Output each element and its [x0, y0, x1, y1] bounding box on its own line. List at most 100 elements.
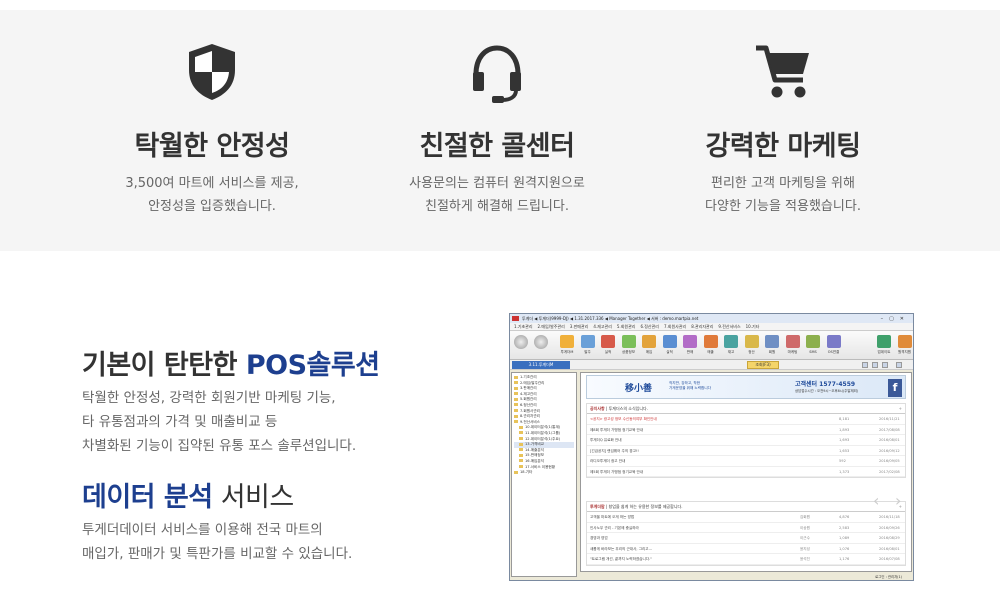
row-cell: 2016/07/08 — [879, 557, 900, 561]
menu-item[interactable]: 10.기타 — [746, 324, 760, 329]
chevron-right-icon: › — [895, 491, 902, 510]
brand-logo: 移小善 — [625, 384, 653, 394]
headset-icon — [457, 42, 537, 112]
slogan-line: 작지만, 강하고, 착한 — [669, 381, 701, 385]
menu-item[interactable]: 7.회원사관리 — [664, 324, 686, 329]
feature-desc-line: 편리한 고객 마케팅을 위해 — [711, 176, 855, 191]
toolbar-icon[interactable] — [580, 335, 595, 348]
search-button: 조회(F3) — [747, 361, 779, 369]
app-title: 투게더 ◀ 투게더(9999-DJ) ◀ 1.31.2017.336 ◀ Man… — [522, 316, 699, 321]
row-cell: 2016/08/01 — [879, 438, 900, 442]
row-title: <공지> 광고성 정보 수신동의여부 확인안내 — [590, 417, 657, 421]
feature-desc-line: 안정성을 입증했습니다. — [148, 199, 276, 214]
table-row[interactable]: 투게더Q 유료화 안내 1,693 2016/08/01 — [587, 435, 905, 446]
toolbar-icon[interactable] — [683, 335, 697, 348]
toolbar-icon[interactable] — [662, 335, 677, 348]
feature-desc: 3,500여 마트에 서비스를 제공, 안정성을 입증했습니다. — [72, 172, 352, 218]
toolbar-icon[interactable] — [560, 335, 574, 348]
toolbar-icon[interactable] — [621, 335, 636, 348]
desc-line: 차별화된 기능이 집약된 유통 포스 솔루션입니다. — [82, 438, 357, 454]
table-row[interactable]: 새롭게 바라보는 우리의 근대사, 그리고... 윤지성 1,076 2016/08/… — [587, 544, 905, 554]
features-section: 탁월한 안정성 3,500여 마트에 서비스를 제공, 안정성을 입증했습니다.… — [0, 10, 1000, 251]
toolbar-icon[interactable] — [785, 335, 800, 348]
qna-header: 투게더맘 | 창업을 쉽게 하는 유용한 정보를 제공합니다. + — [587, 502, 905, 512]
row-cell: 윤지성 — [800, 546, 810, 551]
toolbar-icon[interactable] — [744, 335, 759, 348]
desc-line: 매입가, 판매가 및 특판가를 비교할 수 있습니다. — [82, 546, 353, 562]
menu-item[interactable]: 5.회원관리 — [617, 324, 636, 329]
toolbar-icon[interactable] — [765, 335, 779, 348]
back-icon — [514, 335, 528, 349]
toolbar-icon[interactable] — [601, 335, 615, 348]
notice-list: <공지> 광고성 정보 수신동의여부 확인안내 8,181 2016/11/21 제8… — [587, 414, 905, 477]
toolbar-label: 업데이트 — [877, 350, 891, 354]
table-row[interactable]: 고객을 마트에 오게 하는 방법 김회원 4,876 2016/11/18 — [587, 512, 905, 523]
row-title: 고객을 마트에 오게 하는 방법 — [590, 515, 635, 519]
table-row[interactable]: "트로그램 개선, 끝까지 노력하겠습니다." 윤석진 1,176 2016/07/0… — [587, 554, 905, 565]
table-row[interactable]: 제5회 투게더 가맹점 정기교육 안내 1,373 2017/02/08 — [587, 467, 905, 477]
qna-subtitle: 창업을 쉽게 하는 유용한 정보를 제공합니다. — [608, 504, 683, 509]
table-row[interactable]: 경영과 영업 이근수 1,089 2016/08/29 — [587, 533, 905, 544]
app-titlebar: 투게더 ◀ 투게더(9999-DJ) ◀ 1.31.2017.336 ◀ Man… — [510, 314, 913, 323]
row-title: 인사노무 관리 - 기본에 충실하라 — [590, 525, 639, 530]
toolbar-label: 회원 — [768, 350, 776, 354]
row-cell: 2016/09/26 — [879, 525, 900, 530]
table-row[interactable]: 인사노무 관리 - 기본에 충실하라 이상원 2,583 2016/09/26 — [587, 523, 905, 533]
table-row[interactable]: <공지> 광고성 정보 수신동의여부 확인안내 8,181 2016/11/21 — [587, 414, 905, 425]
toolbar-label: 실적 — [604, 350, 612, 354]
table-row[interactable]: [긴급공지] 랜섬웨어 주의 경고!! 1,653 2016/09/12 — [587, 446, 905, 456]
menu-item[interactable]: 9.전산서비스 — [718, 324, 740, 329]
pos-app-screenshot: 투게더 ◀ 투게더(9999-DJ) ◀ 1.31.2017.336 ◀ Man… — [509, 313, 914, 581]
row-title: 라디오투게더 광고 안내 — [590, 459, 626, 463]
row-cell: 4,876 — [839, 515, 850, 519]
desc-line: 탁월한 안정성, 강력한 회원기반 마케팅 기능, — [82, 390, 336, 406]
app-toolbar: 투게더M 발주 실적 상품정보 매입 실적 판매 매출 재고 정산 회원 마케팅 SMS OS연결 업데이트… — [510, 331, 913, 360]
row-cell: 2016/11/18 — [879, 515, 900, 519]
toolbar-icon[interactable] — [806, 335, 820, 348]
tool-icon — [862, 362, 868, 368]
tree-item[interactable]: 18.기타 — [514, 470, 574, 476]
desc-line: 타 유통점과의 가격 및 매출비교 등 — [82, 414, 278, 430]
toolbar-icon[interactable] — [703, 335, 718, 348]
menu-item[interactable]: 4.재고관리 — [593, 324, 612, 329]
notice-board: 공지사항 | 투게더스의 소식입니다. + <공지> 광고성 정보 수신동의여부 … — [586, 403, 906, 478]
notice-subtitle: 투게더스의 소식입니다. — [608, 406, 648, 411]
toolbar-label: 판매 — [686, 350, 694, 354]
facebook-icon: f — [888, 379, 902, 397]
table-row[interactable]: 제8회 투게더 가맹점 정기교육 안내 1,893 2017/08/08 — [587, 425, 905, 435]
data-service-desc: 투게더데이터 서비스를 이용해 전국 마트의 매입가, 판매가 및 특판가를 비… — [82, 518, 462, 566]
toolbar-label: 발주 — [584, 350, 591, 354]
data-service-title: 데이터 분석 서비스 — [82, 475, 294, 514]
slogan-line: 가게운영을 위해 노력합니다 — [669, 386, 711, 390]
row-cell: 592 — [839, 459, 846, 463]
feature-title: 강력한 마케팅 — [705, 131, 861, 162]
forward-icon — [534, 335, 548, 349]
menu-item[interactable]: 1.기초관리 — [514, 324, 533, 329]
qna-title: 투게더맘 — [590, 504, 605, 509]
toolbar-icon[interactable] — [826, 335, 841, 348]
toolbar-label: 상품정보 — [622, 350, 635, 354]
row-title: 제8회 투게더 가맹점 정기교육 안내 — [590, 427, 644, 432]
menu-item[interactable]: 6.정산관리 — [640, 324, 659, 329]
table-row[interactable]: 라디오투게더 광고 안내 592 2016/09/05 — [587, 456, 905, 467]
toolbar-icon[interactable] — [877, 335, 891, 348]
row-cell: 2017/08/08 — [879, 427, 900, 432]
toolbar-label: 원격지원 — [898, 350, 911, 354]
menu-item[interactable]: 3.판매관리 — [570, 324, 589, 329]
app-subbar: 3.11.투게더M 조회(F3) — [510, 360, 913, 370]
row-cell: 윤석진 — [800, 557, 810, 561]
notice-header: 공지사항 | 투게더스의 소식입니다. + — [587, 404, 905, 414]
feature-desc-line: 다양한 기능을 적용했습니다. — [705, 199, 861, 214]
menu-item[interactable]: 8.관리자관리 — [691, 324, 713, 329]
menu-item[interactable]: 2.매입/발주관리 — [538, 324, 565, 329]
toolbar-icon[interactable] — [897, 335, 912, 348]
app-menubar: 1.기초관리 2.매입/발주관리 3.판매관리 4.재고관리 5.회원관리 6.정산관리 7… — [510, 323, 913, 331]
toolbar-icon[interactable] — [642, 335, 656, 348]
row-cell: 8,181 — [839, 417, 850, 421]
row-cell: 2016/09/05 — [879, 459, 900, 463]
feature-title: 친절한 콜센터 — [419, 131, 575, 162]
title-text: 기본이 탄탄한 — [82, 350, 246, 381]
toolbar-icon[interactable] — [724, 335, 738, 348]
toolbar-label: 실적 — [666, 350, 673, 354]
row-cell: 1,893 — [839, 427, 850, 432]
